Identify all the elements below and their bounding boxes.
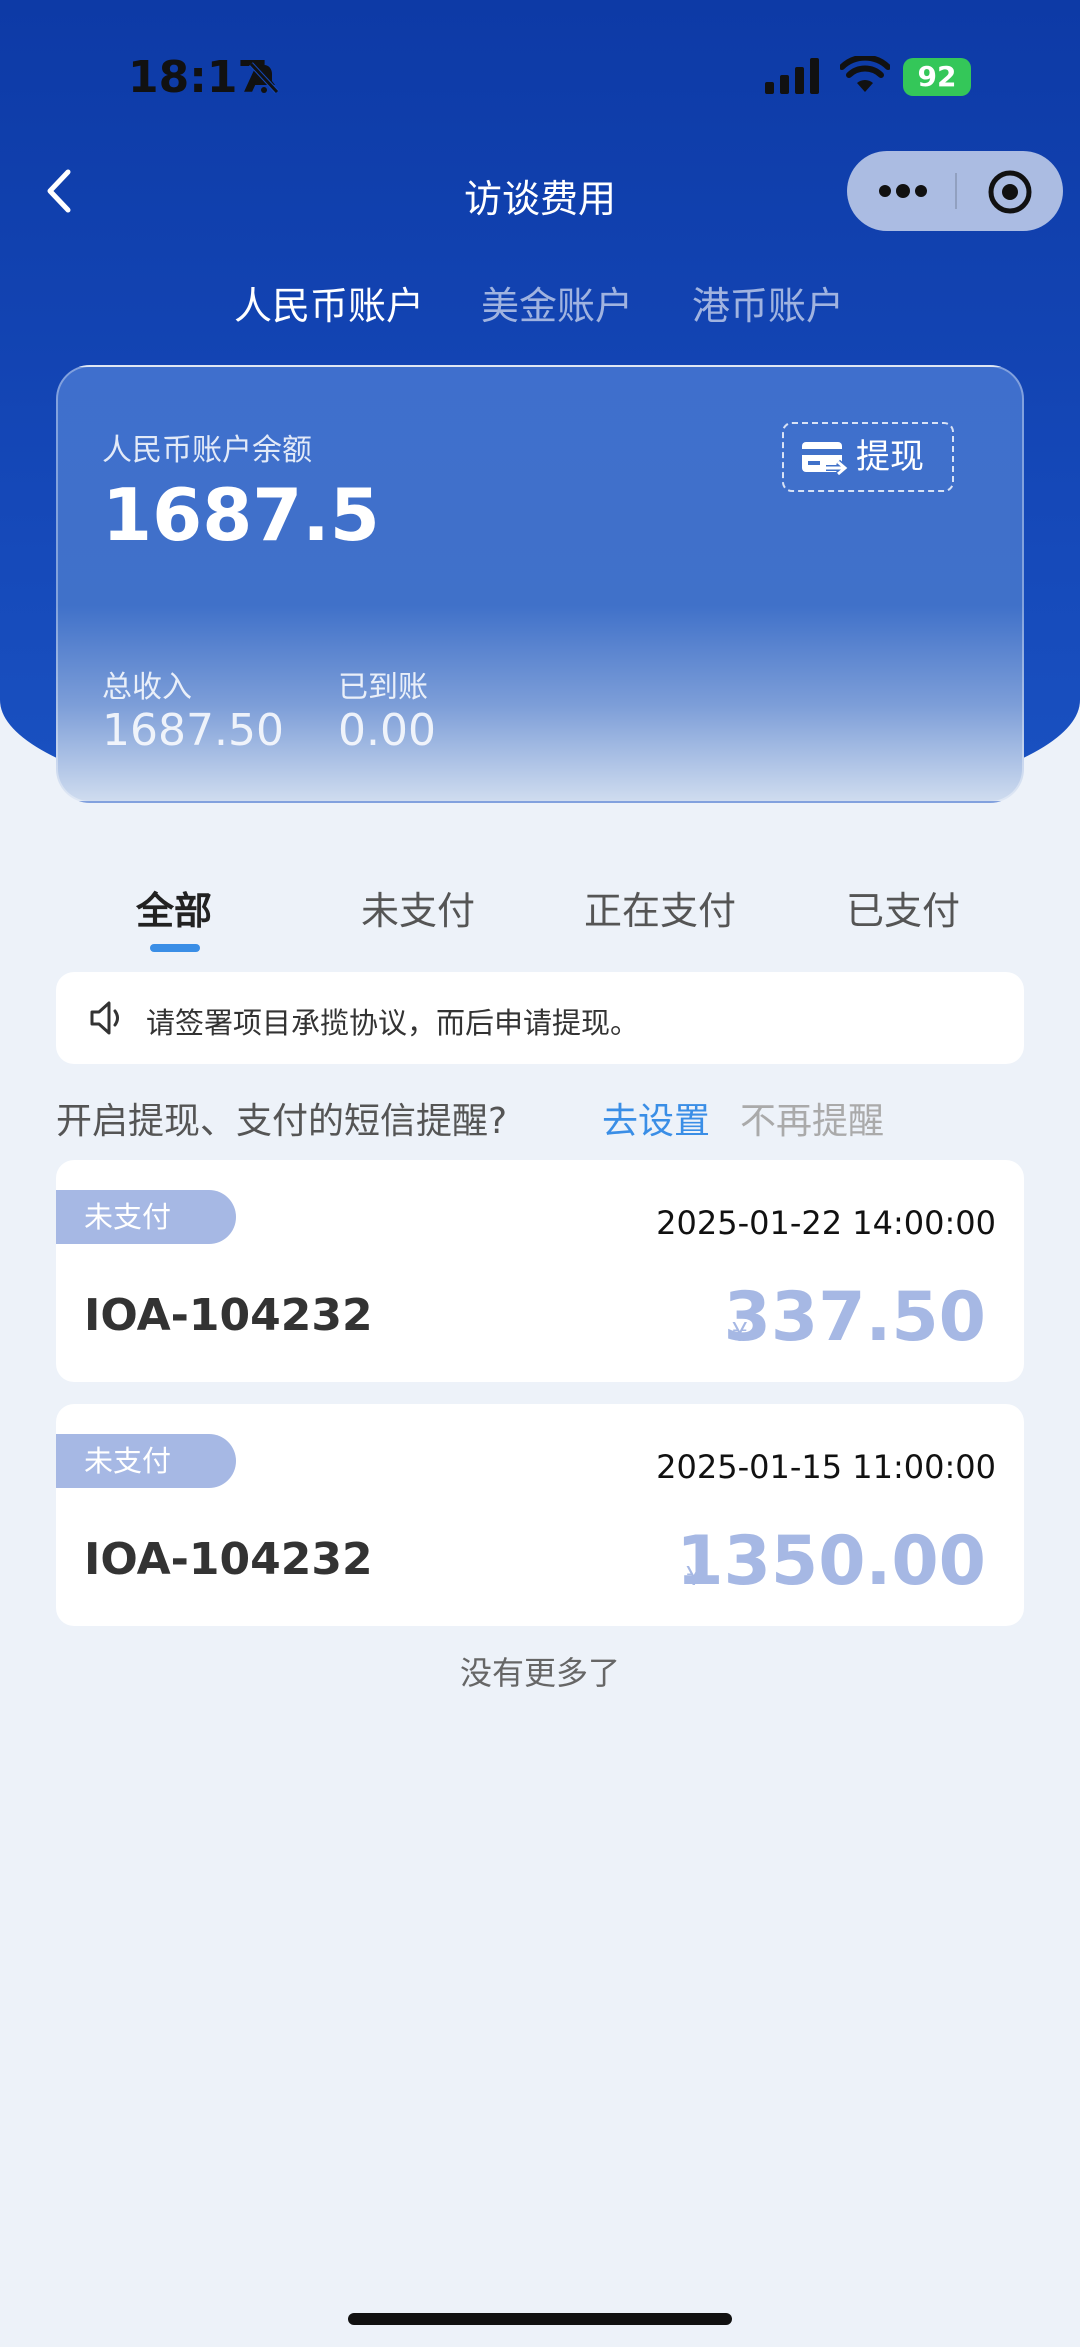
close-target-icon[interactable] — [987, 169, 1033, 215]
card-transfer-icon — [802, 442, 848, 477]
status-badge: 未支付 — [56, 1190, 236, 1244]
balance-value: 1687.5 — [102, 473, 380, 557]
record-time: 2025-01-15 11:00:00 — [656, 1448, 996, 1486]
project-code: IOA-104232 — [84, 1290, 373, 1341]
payment-record[interactable]: 未支付 2025-01-22 14:00:00 IOA-104232 ¥ 337… — [56, 1160, 1024, 1382]
more-icon[interactable] — [875, 173, 931, 209]
balance-card: 人民币账户余额 1687.5 提现 总收入 1687.50 已到账 0.00 — [56, 365, 1024, 803]
tab-usd-account[interactable]: 美金账户 — [481, 275, 633, 330]
home-indicator — [348, 2313, 732, 2325]
withdraw-label: 提现 — [856, 437, 924, 477]
silent-bell-icon — [249, 62, 279, 94]
total-income-value: 1687.50 — [102, 705, 284, 756]
tab-paid[interactable]: 已支付 — [846, 880, 960, 935]
battery-level: 92 — [917, 60, 957, 93]
tab-all[interactable]: 全部 — [136, 880, 212, 935]
payment-record[interactable]: 未支付 2025-01-15 11:00:00 IOA-104232 ¥ 135… — [56, 1404, 1024, 1626]
sms-reminder-question: 开启提现、支付的短信提醒? — [56, 1101, 508, 1142]
tab-cny-account[interactable]: 人民币账户 — [234, 275, 424, 330]
received-label: 已到账 — [338, 670, 428, 705]
tab-paying[interactable]: 正在支付 — [584, 880, 736, 935]
dismiss-reminder-link[interactable]: 不再提醒 — [740, 1092, 884, 1144]
speaker-icon — [90, 1001, 119, 1035]
total-income-label: 总收入 — [102, 670, 192, 705]
cellular-signal-icon — [765, 58, 819, 94]
notice-bar: 请签署项目承揽协议，而后申请提现。 — [56, 972, 1024, 1064]
project-code: IOA-104232 — [84, 1534, 373, 1585]
status-badge: 未支付 — [56, 1434, 236, 1488]
record-amount: 337.50 — [723, 1278, 986, 1357]
battery-indicator: 92 — [903, 58, 971, 96]
tab-unpaid[interactable]: 未支付 — [361, 880, 475, 935]
received-value: 0.00 — [338, 705, 436, 756]
capsule-divider — [955, 173, 957, 209]
record-amount: 1350.00 — [676, 1522, 986, 1601]
tab-indicator — [150, 944, 200, 952]
no-more-text: 没有更多了 — [459, 1654, 620, 1692]
tab-hkd-account[interactable]: 港币账户 — [692, 275, 844, 330]
withdraw-button[interactable]: 提现 — [782, 422, 954, 492]
go-settings-link[interactable]: 去设置 — [602, 1092, 710, 1144]
record-time: 2025-01-22 14:00:00 — [656, 1204, 996, 1242]
notice-text: 请签署项目承揽协议，而后申请提现。 — [146, 1006, 640, 1040]
balance-label: 人民币账户余额 — [102, 433, 312, 468]
mini-program-capsule — [847, 151, 1063, 231]
wifi-icon — [840, 56, 890, 92]
